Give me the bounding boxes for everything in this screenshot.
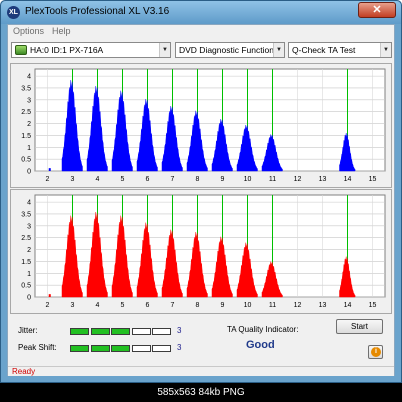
x-tick-label: 14: [344, 176, 352, 183]
peak-shift-chart: 0 0.5 1 1.5 2 2.5 3 3.5 4 2 3 4 5 6 7 8 9 10 11 12 13 14 15: [21, 194, 386, 309]
window-title: PlexTools Professional XL V3.16: [25, 6, 170, 17]
y-tick-label: 2.5: [21, 235, 31, 242]
meter-segment: [131, 345, 151, 352]
image-caption: 585x563 84kb PNG: [0, 383, 402, 402]
jitter-chart-panel: 0 0.5 1 1.5 2 2.5 3 3.5 4 2 3 4 5 6 7 8 9 10 11 12 13 14 15: [10, 63, 392, 188]
jitter-label: Jitter:: [18, 326, 38, 335]
meter-segment: [131, 328, 151, 335]
jitter-meter: [70, 328, 172, 335]
x-tick-label: 7: [171, 302, 175, 309]
toolbar: HA:0 ID:1 PX-716A ▼ DVD Diagnostic Funct…: [8, 39, 394, 61]
x-tick-label: 12: [294, 302, 302, 309]
meter-segment: [90, 345, 110, 352]
x-tick-label: 2: [46, 176, 50, 183]
client-area: Options Help HA:0 ID:1 PX-716A ▼ DVD Dia…: [7, 24, 395, 376]
info-icon: i: [371, 347, 381, 357]
x-tick-label: 13: [319, 176, 327, 183]
menu-bar: Options Help: [8, 25, 394, 39]
noise-blip: [48, 294, 51, 297]
plot-area: [34, 68, 386, 172]
results-panel: Jitter: 3 Peak Shift: 3 TA Quality Indic…: [8, 315, 394, 366]
ta-quality-label: TA Quality Indicator:: [227, 325, 299, 334]
meter-segment: [152, 328, 171, 335]
noise-blip: [48, 168, 51, 171]
x-tick-label: 3: [71, 176, 75, 183]
function-select-value: DVD Diagnostic Functions: [179, 45, 279, 55]
meter-segment: [70, 345, 89, 352]
x-tick-label: 12: [294, 176, 302, 183]
y-tick-label: 2: [27, 121, 31, 128]
x-tick-label: 5: [121, 176, 125, 183]
peak-shift-value: 3: [177, 343, 182, 352]
x-tick-label: 14: [344, 302, 352, 309]
function-select[interactable]: DVD Diagnostic Functions ▼: [175, 42, 285, 58]
drive-icon: [15, 45, 27, 55]
app-logo-icon: XL: [7, 6, 20, 19]
plot-area: [34, 194, 386, 298]
y-tick-label: 0: [27, 295, 31, 302]
x-tick-label: 6: [146, 302, 150, 309]
y-tick-label: 1: [27, 271, 31, 278]
title-bar[interactable]: XL PlexTools Professional XL V3.16 ✕: [1, 1, 401, 24]
y-tick-label: 2: [27, 247, 31, 254]
peak-shift-chart-panel: 0 0.5 1 1.5 2 2.5 3 3.5 4 2 3 4 5 6 7 8 9 10 11 12 13 14 15: [10, 189, 392, 314]
menu-options[interactable]: Options: [13, 26, 44, 36]
x-tick-label: 5: [121, 302, 125, 309]
start-button[interactable]: Start: [336, 319, 383, 334]
x-tick-label: 9: [221, 302, 225, 309]
test-select[interactable]: Q-Check TA Test ▼: [288, 42, 392, 58]
x-tick-label: 11: [269, 176, 276, 183]
meter-segment: [70, 328, 89, 335]
x-tick-label: 8: [196, 176, 200, 183]
x-tick-label: 4: [96, 302, 100, 309]
x-tick-label: 4: [96, 176, 100, 183]
jitter-chart: 0 0.5 1 1.5 2 2.5 3 3.5 4 2 3 4 5 6 7 8 9 10 11 12 13 14 15: [21, 68, 386, 183]
y-tick-label: 3: [27, 97, 31, 104]
x-tick-label: 11: [269, 302, 276, 309]
x-tick-label: 10: [244, 302, 252, 309]
y-tick-label: 4: [27, 200, 31, 207]
status-text: Ready: [12, 367, 36, 376]
x-tick-label: 3: [71, 302, 75, 309]
jitter-value: 3: [177, 326, 182, 335]
x-tick-label: 13: [319, 302, 327, 309]
y-tick-label: 4: [27, 74, 31, 81]
drive-select[interactable]: HA:0 ID:1 PX-716A ▼: [11, 42, 171, 58]
y-tick-label: 0.5: [21, 283, 31, 290]
y-tick-label: 1: [27, 145, 31, 152]
x-tick-label: 9: [221, 176, 225, 183]
y-tick-label: 0: [27, 169, 31, 176]
chevron-down-icon[interactable]: ▼: [380, 43, 391, 57]
meter-segment: [111, 345, 130, 352]
x-tick-label: 7: [171, 176, 175, 183]
x-tick-label: 6: [146, 176, 150, 183]
x-tick-label: 15: [369, 302, 377, 309]
meter-segment: [90, 328, 110, 335]
y-tick-label: 1.5: [21, 259, 31, 266]
test-select-value: Q-Check TA Test: [292, 45, 356, 55]
ta-quality-value: Good: [246, 339, 275, 351]
x-tick-label: 10: [244, 176, 252, 183]
meter-segment: [111, 328, 130, 335]
y-tick-label: 1.5: [21, 133, 31, 140]
y-tick-label: 3.5: [21, 85, 31, 92]
x-tick-label: 8: [196, 302, 200, 309]
status-bar: Ready: [8, 366, 394, 376]
y-tick-label: 2.5: [21, 109, 31, 116]
x-tick-label: 15: [369, 176, 377, 183]
peak-shift-meter: [70, 345, 172, 352]
close-button[interactable]: ✕: [358, 2, 396, 18]
peak-shift-label: Peak Shift:: [18, 343, 57, 352]
drive-select-value: HA:0 ID:1 PX-716A: [30, 45, 104, 55]
y-tick-label: 0.5: [21, 157, 31, 164]
y-tick-label: 3.5: [21, 211, 31, 218]
x-tick-label: 2: [46, 302, 50, 309]
meter-segment: [152, 345, 171, 352]
chevron-down-icon[interactable]: ▼: [273, 43, 284, 57]
y-tick-label: 3: [27, 223, 31, 230]
app-window: XL PlexTools Professional XL V3.16 ✕ Opt…: [0, 0, 402, 383]
chevron-down-icon[interactable]: ▼: [159, 43, 170, 57]
menu-help[interactable]: Help: [52, 26, 71, 36]
info-button[interactable]: i: [368, 345, 383, 359]
